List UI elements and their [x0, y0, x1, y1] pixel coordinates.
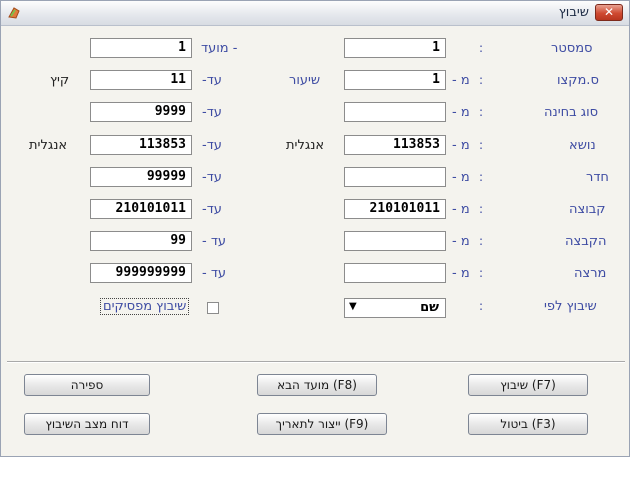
label-from: - מ [452, 73, 470, 88]
label-from: - מ [452, 105, 470, 120]
colon: : [479, 105, 484, 119]
allocation-from-field[interactable] [344, 231, 446, 251]
label-to: -עד [202, 202, 222, 217]
colon: : [479, 299, 484, 313]
export-date-button[interactable]: ייצור לתאריך (F9) [257, 413, 387, 435]
label-to: -עד [202, 73, 222, 88]
label-sort-by: שיבוץ לפי [544, 299, 597, 314]
colon: : [479, 138, 484, 152]
title-bar: שיבוץ ✕ [1, 1, 629, 26]
interrupts-checkbox[interactable] [207, 302, 219, 314]
label-to: -עד [202, 170, 222, 185]
label-from: - מ [452, 202, 470, 217]
lecturer-from-field[interactable] [344, 263, 446, 283]
label-to: -עד [202, 105, 222, 120]
semester-field[interactable]: 1 [344, 38, 446, 58]
label-subject: נושא [569, 138, 596, 153]
moed-field[interactable]: 1 [90, 38, 192, 58]
label-to: -עד [202, 138, 222, 153]
colon: : [479, 170, 484, 184]
room-from-field[interactable] [344, 167, 446, 187]
label-from: - מ [452, 170, 470, 185]
interrupts-checkbox-label[interactable]: שיבוץ מפסיקים [100, 298, 190, 315]
subject-to-field[interactable]: 113853 [90, 135, 192, 155]
sort-by-select[interactable]: ▼ שם [344, 298, 446, 318]
lecturer-to-field[interactable]: 999999999 [90, 263, 192, 283]
count-button[interactable]: ספירה [24, 374, 150, 396]
colon: : [479, 73, 484, 87]
close-button[interactable]: ✕ [595, 4, 623, 21]
subject-from-field[interactable]: 113853 [344, 135, 446, 155]
colon: : [479, 266, 484, 280]
label-to: - עד [202, 266, 227, 281]
colon: : [479, 234, 484, 248]
course-to-field[interactable]: 11 [90, 70, 192, 90]
group-to-field[interactable]: 210101011 [90, 199, 192, 219]
course-from-field[interactable]: 1 [344, 70, 446, 90]
subject-from-description: אנגלית [286, 138, 325, 153]
exam-type-from-field[interactable] [344, 102, 446, 122]
label-moed: מועד - [201, 41, 238, 56]
app-icon [8, 7, 20, 19]
label-shiur: שיעור [289, 73, 321, 88]
label-lecturer: מרצה [574, 266, 607, 281]
status-report-button[interactable]: דוח מצב השיבוץ [24, 413, 150, 435]
subject-to-description: אנגלית [29, 138, 68, 153]
label-room: חדר [586, 170, 609, 185]
label-course: ס.מקצו [557, 73, 599, 88]
course-to-description: קיץ [50, 73, 70, 88]
next-moed-button[interactable]: מועד הבא (F8) [257, 374, 377, 396]
label-semester: סמסטר [551, 41, 593, 56]
divider [7, 361, 625, 363]
label-from: - מ [452, 266, 470, 281]
label-from: - מ [452, 138, 470, 153]
label-group: קבוצה [569, 202, 606, 217]
allocation-to-field[interactable]: 99 [90, 231, 192, 251]
label-exam-type: סוג בחינה [544, 105, 599, 120]
sort-by-value: שם [420, 300, 439, 315]
assignment-dialog: שיבוץ ✕ סמסטר : 1 מועד - 1 ס.מקצו : - מ … [0, 0, 630, 457]
close-icon: ✕ [603, 5, 615, 19]
exam-type-to-field[interactable]: 9999 [90, 102, 192, 122]
room-to-field[interactable]: 99999 [90, 167, 192, 187]
colon: : [479, 202, 484, 216]
cancel-button[interactable]: ביטול (F3) [468, 413, 588, 435]
group-from-field[interactable]: 210101011 [344, 199, 446, 219]
chevron-down-icon: ▼ [349, 301, 357, 312]
label-from: - מ [452, 234, 470, 249]
label-to: - עד [202, 234, 227, 249]
assign-button[interactable]: שיבוץ (F7) [468, 374, 588, 396]
window-title: שיבוץ [558, 5, 589, 20]
colon: : [479, 41, 484, 55]
label-allocation: הקבצה [565, 234, 607, 249]
